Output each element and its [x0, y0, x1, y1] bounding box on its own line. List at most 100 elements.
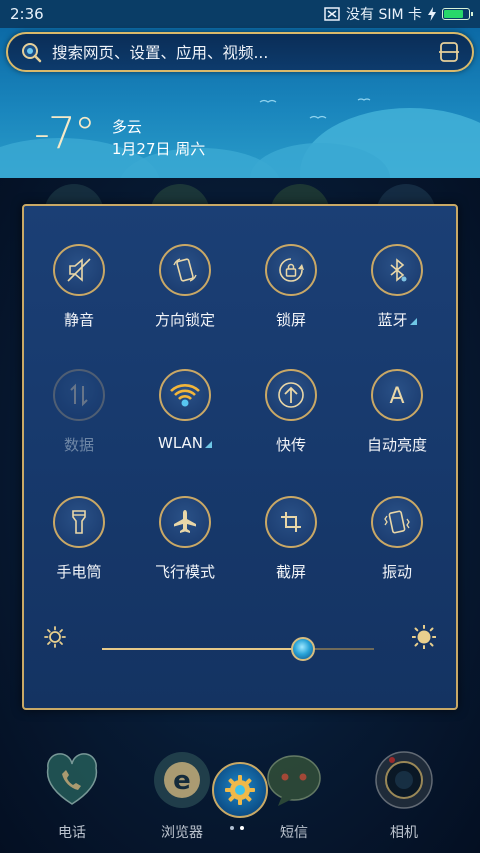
dock-app-label: 短信 — [280, 825, 308, 841]
mute-icon — [64, 255, 94, 285]
toggle-lock-screen[interactable]: 锁屏 — [236, 244, 346, 330]
toggle-mobile-data-button[interactable] — [53, 369, 105, 421]
svg-text:A: A — [389, 384, 404, 409]
auto-brightness-icon: A — [382, 380, 412, 410]
brightness-row — [44, 622, 436, 661]
toggle-flashlight[interactable]: 手电筒 — [24, 496, 134, 582]
airplane-icon — [170, 507, 200, 537]
battery-fill — [444, 10, 463, 18]
toggle-auto-brightness[interactable]: A 自动亮度 — [342, 369, 452, 455]
camera-icon — [372, 751, 436, 816]
toggle-mute-button[interactable] — [53, 244, 105, 296]
dock-app-phone[interactable] — [40, 748, 104, 812]
dock-app-browser[interactable]: e — [150, 748, 214, 812]
toggle-label-text: 振动 — [381, 563, 412, 581]
search-icon — [22, 43, 42, 63]
page-dot — [230, 826, 234, 830]
scan-icon[interactable] — [438, 41, 460, 63]
temperature: -7° — [34, 108, 96, 159]
no-sim-icon — [324, 7, 340, 21]
status-bar: 2:36 没有 SIM 卡 — [0, 0, 480, 28]
toggle-vibrate-label: 振动 — [342, 561, 452, 582]
toggle-quick-transfer-label: 快传 — [236, 434, 346, 455]
toggle-mobile-data[interactable]: 数据 — [24, 369, 134, 455]
toggle-label-text: 手电筒 — [56, 563, 102, 581]
toggle-bluetooth[interactable]: 蓝牙 — [342, 244, 452, 330]
dock-app-label: 相机 — [390, 825, 418, 841]
toggle-vibrate-button[interactable] — [371, 496, 423, 548]
status-time: 2:36 — [10, 5, 44, 23]
search-bar[interactable]: 搜索网页、设置、应用、视频... — [6, 32, 474, 72]
more-options-indicator — [409, 318, 417, 325]
toggle-airplane[interactable]: 飞行模式 — [130, 496, 240, 582]
toggle-screenshot-button[interactable] — [265, 496, 317, 548]
wifi-icon — [168, 380, 202, 410]
dock-app-camera[interactable] — [372, 748, 436, 812]
toggle-auto-brightness-label: 自动亮度 — [342, 434, 452, 455]
toggle-rotation-lock-button[interactable] — [159, 244, 211, 296]
toggle-vibrate[interactable]: 振动 — [342, 496, 452, 582]
toggle-label-text: 方向锁定 — [154, 311, 215, 329]
bluetooth-icon — [382, 255, 412, 285]
brightness-high-icon — [412, 625, 436, 649]
sim-status-text: 没有 SIM 卡 — [346, 7, 422, 23]
toggle-label-text: 截屏 — [275, 563, 306, 581]
toggle-rotation-lock[interactable]: 方向锁定 — [130, 244, 240, 330]
toggle-airplane-label: 飞行模式 — [130, 561, 240, 582]
toggle-label-text: 静音 — [63, 311, 94, 329]
toggle-label-text: 自动亮度 — [366, 436, 427, 454]
mobile-data-icon — [64, 380, 94, 410]
brightness-low-icon — [44, 626, 66, 648]
screenshot-icon — [276, 507, 306, 537]
weather-condition: 多云 — [111, 118, 142, 136]
toggle-label-text: WLAN — [157, 434, 203, 452]
settings-gear-button[interactable] — [212, 762, 268, 818]
toggle-quick-transfer-button[interactable] — [265, 369, 317, 421]
toggle-quick-transfer[interactable]: 快传 — [236, 369, 346, 455]
rotation-lock-icon — [170, 255, 200, 285]
search-input[interactable]: 搜索网页、设置、应用、视频... — [52, 41, 438, 63]
toggle-bluetooth-label: 蓝牙 — [342, 309, 452, 330]
dock-app-sms[interactable] — [262, 748, 326, 812]
more-options-indicator — [205, 441, 212, 448]
svg-text:e: e — [173, 766, 191, 796]
dock-app-label: 电话 — [58, 825, 86, 841]
toggle-mute-label: 静音 — [24, 309, 134, 330]
sms-icon — [262, 755, 326, 816]
toggle-label-text: 快传 — [275, 436, 306, 454]
toggle-flashlight-label: 手电筒 — [24, 561, 134, 582]
toggle-label-text: 锁屏 — [275, 311, 306, 329]
brightness-slider-track[interactable] — [102, 648, 374, 650]
lock-screen-icon — [276, 255, 306, 285]
weather-date: 1月27日 周六 — [111, 140, 206, 158]
brightness-slider-thumb[interactable] — [291, 637, 316, 661]
toggle-lock-screen-label: 锁屏 — [236, 309, 346, 330]
flashlight-icon — [64, 507, 94, 537]
toggle-mute[interactable]: 静音 — [24, 244, 134, 330]
toggle-auto-brightness-button[interactable]: A — [371, 369, 423, 421]
quick-transfer-icon — [275, 379, 307, 411]
quick-settings-panel: 静音 方向锁定 锁屏 蓝牙数据 WLAN 快传 A 自动亮度手电筒 飞行模式 截屏 振动 — [22, 204, 458, 710]
dock-app-label: 浏览器 — [161, 825, 203, 841]
toggle-rotation-lock-label: 方向锁定 — [130, 309, 240, 330]
toggle-mobile-data-label: 数据 — [24, 434, 134, 455]
toggle-wifi[interactable]: WLAN — [130, 369, 240, 452]
toggle-label-text: 飞行模式 — [154, 563, 215, 581]
brightness-slider-fill — [102, 648, 304, 650]
phone-icon — [40, 753, 104, 816]
toggle-lock-screen-button[interactable] — [265, 244, 317, 296]
weather-widget[interactable]: -7° 多云 1月27日 周六 — [34, 112, 205, 160]
page-dot-active — [240, 826, 244, 830]
toggle-wifi-button[interactable] — [159, 369, 211, 421]
vibrate-icon — [382, 507, 412, 537]
toggle-flashlight-button[interactable] — [53, 496, 105, 548]
charging-icon — [428, 7, 436, 21]
toggle-screenshot-label: 截屏 — [236, 561, 346, 582]
birds-decoration — [259, 98, 371, 119]
toggle-airplane-button[interactable] — [159, 496, 211, 548]
toggle-screenshot[interactable]: 截屏 — [236, 496, 346, 582]
browser-icon: e — [150, 752, 214, 816]
toggle-label-text: 蓝牙 — [377, 311, 408, 329]
settings-gear-icon — [225, 775, 255, 805]
toggle-bluetooth-button[interactable] — [371, 244, 423, 296]
